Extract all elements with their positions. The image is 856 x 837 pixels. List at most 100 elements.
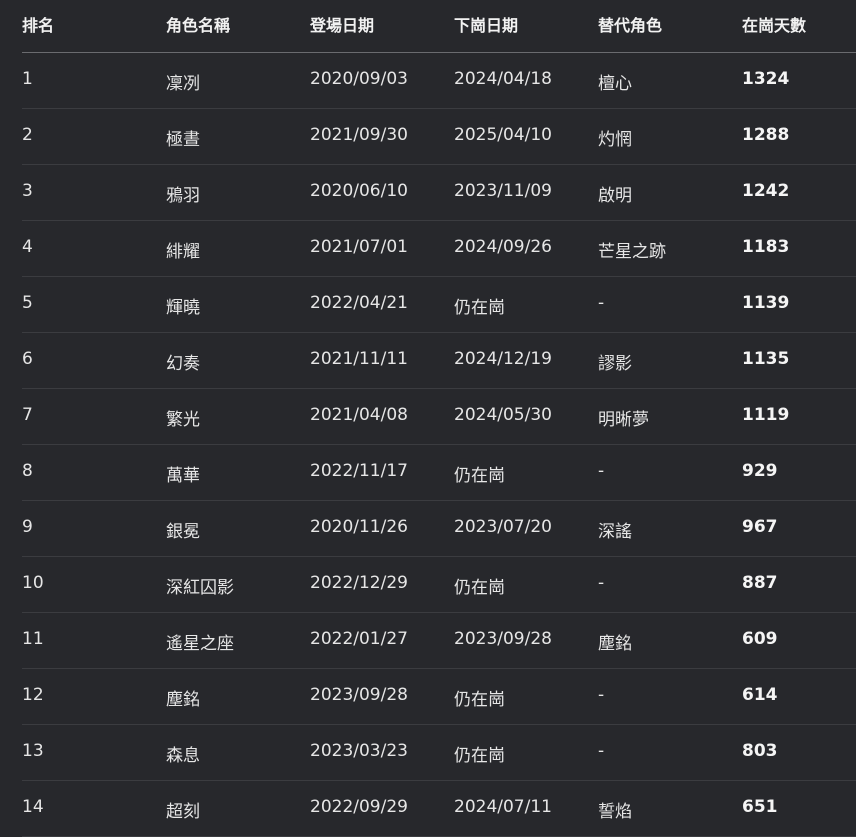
- retire-date-cell: 2024/09/26: [454, 237, 552, 257]
- character-name-cell: 幻奏: [166, 354, 200, 374]
- replacement-cell: -: [598, 573, 605, 593]
- retire-date-cell: 2023/11/09: [454, 181, 552, 201]
- character-name-cell: 凜冽: [166, 74, 200, 94]
- debut-date-cell: 2020/11/26: [310, 517, 408, 537]
- replacement-cell: -: [598, 461, 605, 481]
- table-row: 11 遙星之座 2022/01/27 2023/09/28 塵銘 609: [22, 613, 856, 669]
- table-row: 7 繁光 2021/04/08 2024/05/30 明晰夢 1119: [22, 389, 856, 445]
- character-name-cell: 繁光: [166, 410, 200, 430]
- table-body: 1 凜冽 2020/09/03 2024/04/18 檀心 1324 2 極晝 2021/09/…: [0, 53, 856, 837]
- days-cell: 1288: [742, 125, 790, 145]
- character-name-cell: 極晝: [166, 130, 200, 150]
- header-days-in-service[interactable]: 在崗天數: [742, 12, 806, 36]
- header-rank[interactable]: 排名: [22, 12, 54, 36]
- days-cell: 1183: [742, 237, 790, 257]
- character-name-cell: 鴉羽: [166, 186, 200, 206]
- header-character-name[interactable]: 角色名稱: [166, 12, 230, 36]
- retire-date-cell: 2023/07/20: [454, 517, 552, 537]
- retire-date-cell: 2024/04/18: [454, 69, 552, 89]
- replacement-cell: 深謠: [598, 522, 632, 542]
- days-cell: 929: [742, 461, 778, 481]
- rank-cell: 9: [22, 517, 33, 537]
- replacement-cell: 塵銘: [598, 634, 632, 654]
- replacement-cell: 誓焰: [598, 802, 632, 822]
- table-row: 10 深紅囚影 2022/12/29 仍在崗 - 887: [22, 557, 856, 613]
- rank-cell: 10: [22, 573, 44, 593]
- days-cell: 1324: [742, 69, 790, 89]
- replacement-cell: 芒星之跡: [598, 242, 666, 262]
- debut-date-cell: 2021/07/01: [310, 237, 408, 257]
- character-name-cell: 銀冕: [166, 522, 200, 542]
- header-debut-date[interactable]: 登場日期: [310, 12, 374, 36]
- character-name-cell: 森息: [166, 746, 200, 766]
- table-row: 13 森息 2023/03/23 仍在崗 - 803: [22, 725, 856, 781]
- retire-date-cell: 仍在崗: [454, 578, 505, 598]
- replacement-cell: 檀心: [598, 74, 632, 94]
- debut-date-cell: 2023/09/28: [310, 685, 408, 705]
- rank-cell: 8: [22, 461, 33, 481]
- table-row: 12 塵銘 2023/09/28 仍在崗 - 614: [22, 669, 856, 725]
- debut-date-cell: 2020/06/10: [310, 181, 408, 201]
- replacement-cell: -: [598, 741, 605, 761]
- days-cell: 1139: [742, 293, 790, 313]
- retire-date-cell: 仍在崗: [454, 466, 505, 486]
- rank-cell: 12: [22, 685, 44, 705]
- table-header: 排名 角色名稱 登場日期 下崗日期 替代角色 在崗天數: [22, 0, 856, 53]
- character-name-cell: 遙星之座: [166, 634, 234, 654]
- days-cell: 614: [742, 685, 778, 705]
- debut-date-cell: 2021/11/11: [310, 349, 408, 369]
- debut-date-cell: 2023/03/23: [310, 741, 408, 761]
- table-row: 5 輝曉 2022/04/21 仍在崗 - 1139: [22, 277, 856, 333]
- rank-cell: 11: [22, 629, 44, 649]
- debut-date-cell: 2022/11/17: [310, 461, 408, 481]
- days-cell: 1242: [742, 181, 790, 201]
- debut-date-cell: 2021/04/08: [310, 405, 408, 425]
- replacement-cell: 明晰夢: [598, 410, 649, 430]
- rank-cell: 2: [22, 125, 33, 145]
- retire-date-cell: 2024/05/30: [454, 405, 552, 425]
- days-cell: 887: [742, 573, 778, 593]
- retire-date-cell: 2024/07/11: [454, 797, 552, 817]
- header-replacement[interactable]: 替代角色: [598, 12, 662, 36]
- debut-date-cell: 2022/01/27: [310, 629, 408, 649]
- table-row: 4 緋耀 2021/07/01 2024/09/26 芒星之跡 1183: [22, 221, 856, 277]
- rank-cell: 1: [22, 69, 33, 89]
- rank-cell: 7: [22, 405, 33, 425]
- rank-cell: 4: [22, 237, 33, 257]
- table-row: 9 銀冕 2020/11/26 2023/07/20 深謠 967: [22, 501, 856, 557]
- debut-date-cell: 2022/12/29: [310, 573, 408, 593]
- table-row: 1 凜冽 2020/09/03 2024/04/18 檀心 1324: [22, 53, 856, 109]
- days-cell: 1135: [742, 349, 790, 369]
- debut-date-cell: 2021/09/30: [310, 125, 408, 145]
- debut-date-cell: 2022/04/21: [310, 293, 408, 313]
- table-row: 2 極晝 2021/09/30 2025/04/10 灼惘 1288: [22, 109, 856, 165]
- table-row: 8 萬華 2022/11/17 仍在崗 - 929: [22, 445, 856, 501]
- table-row: 3 鴉羽 2020/06/10 2023/11/09 啟明 1242: [22, 165, 856, 221]
- rank-cell: 13: [22, 741, 44, 761]
- days-cell: 1119: [742, 405, 790, 425]
- header-retire-date[interactable]: 下崗日期: [454, 12, 518, 36]
- days-cell: 609: [742, 629, 778, 649]
- days-cell: 651: [742, 797, 778, 817]
- character-name-cell: 輝曉: [166, 298, 200, 318]
- retire-date-cell: 仍在崗: [454, 746, 505, 766]
- retire-date-cell: 仍在崗: [454, 298, 505, 318]
- retire-date-cell: 2023/09/28: [454, 629, 552, 649]
- replacement-cell: -: [598, 293, 605, 313]
- replacement-cell: 灼惘: [598, 130, 632, 150]
- debut-date-cell: 2020/09/03: [310, 69, 408, 89]
- retire-date-cell: 2024/12/19: [454, 349, 552, 369]
- debut-date-cell: 2022/09/29: [310, 797, 408, 817]
- character-name-cell: 萬華: [166, 466, 200, 486]
- replacement-cell: 啟明: [598, 186, 632, 206]
- character-name-cell: 超刻: [166, 802, 200, 822]
- replacement-cell: -: [598, 685, 605, 705]
- character-name-cell: 緋耀: [166, 242, 200, 262]
- rank-cell: 6: [22, 349, 33, 369]
- rank-cell: 14: [22, 797, 44, 817]
- replacement-cell: 謬影: [598, 354, 632, 374]
- days-cell: 803: [742, 741, 778, 761]
- character-name-cell: 塵銘: [166, 690, 200, 710]
- rank-cell: 3: [22, 181, 33, 201]
- table-row: 6 幻奏 2021/11/11 2024/12/19 謬影 1135: [22, 333, 856, 389]
